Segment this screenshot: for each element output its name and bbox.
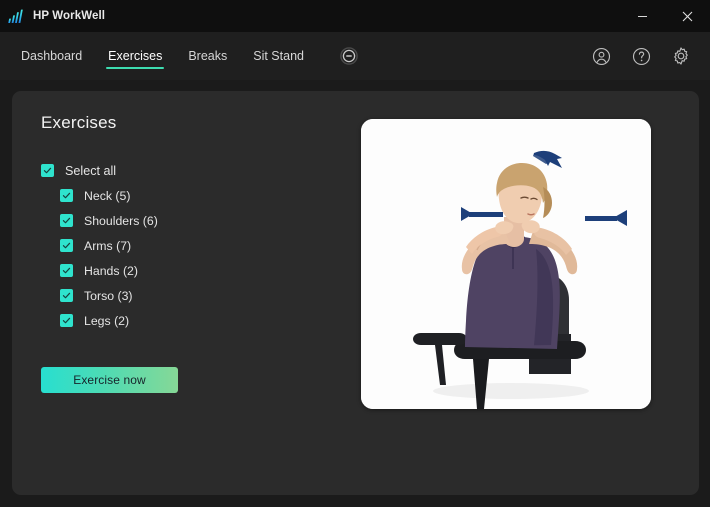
content-area: Exercises Select all Neck (5) Shoulders … xyxy=(0,80,710,507)
torso-checkbox[interactable] xyxy=(60,289,73,302)
pause-status-button[interactable] xyxy=(326,32,372,80)
exercises-panel-right xyxy=(334,111,677,477)
exercise-preview-card xyxy=(360,119,651,409)
hands-checkbox[interactable] xyxy=(60,264,73,277)
check-icon xyxy=(62,292,71,299)
shoulders-checkbox[interactable] xyxy=(60,214,73,227)
tab-breaks[interactable]: Breaks xyxy=(175,32,240,80)
tab-sit-stand[interactable]: Sit Stand xyxy=(240,32,317,80)
pause-circle-icon xyxy=(340,47,358,65)
tab-dashboard[interactable]: Dashboard xyxy=(8,32,95,80)
page-title: Exercises xyxy=(41,113,117,132)
checkbox-row-neck[interactable]: Neck (5) xyxy=(60,183,334,208)
checkbox-row-torso[interactable]: Torso (3) xyxy=(60,283,334,308)
hands-label: Hands (2) xyxy=(84,263,138,278)
help-icon xyxy=(632,47,650,65)
checkbox-row-select-all[interactable]: Select all xyxy=(41,158,334,183)
legs-checkbox[interactable] xyxy=(60,314,73,327)
select-all-label: Select all xyxy=(65,163,117,178)
window-controls xyxy=(620,0,710,32)
minimize-button[interactable] xyxy=(620,0,665,32)
shoulders-label: Shoulders (6) xyxy=(84,213,158,228)
gear-icon xyxy=(674,47,688,65)
tab-exercises-label: Exercises xyxy=(108,49,163,63)
select-all-checkbox[interactable] xyxy=(41,164,54,177)
title-bar-left: HP WorkWell xyxy=(7,9,105,24)
bars-logo-icon xyxy=(7,9,24,24)
neck-label: Neck (5) xyxy=(84,188,131,203)
account-icon xyxy=(592,47,610,65)
settings-button[interactable] xyxy=(664,39,698,73)
checkbox-row-arms[interactable]: Arms (7) xyxy=(60,233,334,258)
torso-label: Torso (3) xyxy=(84,288,133,303)
exercise-now-button[interactable]: Exercise now xyxy=(41,367,178,393)
exercises-panel-left: Exercises Select all Neck (5) Shoulders … xyxy=(34,111,334,477)
neck-checkbox[interactable] xyxy=(60,189,73,202)
tab-exercises[interactable]: Exercises xyxy=(95,32,175,80)
checkbox-row-legs[interactable]: Legs (2) xyxy=(60,308,334,333)
check-icon xyxy=(62,317,71,324)
arms-checkbox[interactable] xyxy=(60,239,73,252)
arms-label: Arms (7) xyxy=(84,238,132,253)
check-icon xyxy=(62,242,71,249)
navigation-bar: Dashboard Exercises Breaks Sit Stand xyxy=(0,32,710,80)
help-button[interactable] xyxy=(624,39,658,73)
window-title: HP WorkWell xyxy=(33,10,106,22)
checkbox-row-hands[interactable]: Hands (2) xyxy=(60,258,334,283)
close-icon xyxy=(682,11,693,21)
check-icon xyxy=(62,267,71,274)
check-icon xyxy=(43,167,52,174)
exercises-panel: Exercises Select all Neck (5) Shoulders … xyxy=(12,91,699,495)
checkbox-row-shoulders[interactable]: Shoulders (6) xyxy=(60,208,334,233)
title-bar: HP WorkWell xyxy=(0,0,710,32)
app-window: HP WorkWell Dashboard Exercises Breaks S… xyxy=(0,0,710,507)
tab-sit-stand-label: Sit Stand xyxy=(253,49,304,63)
legs-label: Legs (2) xyxy=(84,313,130,328)
account-button[interactable] xyxy=(584,39,618,73)
exercise-category-list: Select all Neck (5) Shoulders (6) Arms (… xyxy=(41,158,334,333)
navigation-actions xyxy=(584,32,710,80)
tab-dashboard-label: Dashboard xyxy=(21,49,83,63)
exercise-preview-image xyxy=(360,119,651,409)
check-icon xyxy=(62,217,71,224)
minimize-icon xyxy=(638,15,647,17)
navigation-tabs: Dashboard Exercises Breaks Sit Stand xyxy=(8,32,372,80)
close-button[interactable] xyxy=(665,0,710,32)
tab-breaks-label: Breaks xyxy=(188,49,228,63)
check-icon xyxy=(62,192,71,199)
